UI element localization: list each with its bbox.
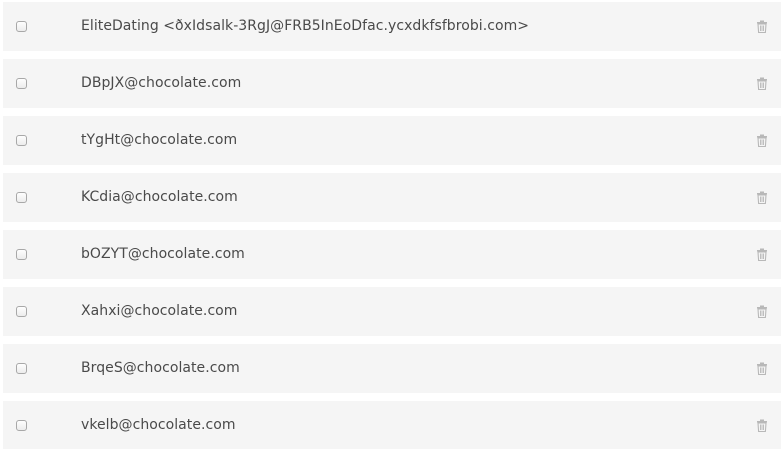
email-address: EliteDating <ðxIdsalk-3RgJ@FRB5InEoDfac.…: [81, 18, 530, 34]
trash-icon[interactable]: [756, 20, 768, 33]
email-address: DBpJX@chocolate.com: [81, 75, 242, 91]
trash-icon[interactable]: [756, 305, 768, 318]
list-item[interactable]: EliteDating <ðxIdsalk-3RgJ@FRB5InEoDfac.…: [3, 2, 781, 51]
trash-icon[interactable]: [756, 248, 768, 261]
select-checkbox[interactable]: [16, 362, 27, 374]
email-address: KCdia@chocolate.com: [81, 189, 238, 205]
select-checkbox[interactable]: [16, 248, 27, 260]
select-checkbox[interactable]: [16, 305, 27, 317]
list-item[interactable]: tYgHt@chocolate.com: [3, 116, 781, 165]
trash-icon[interactable]: [756, 191, 768, 204]
trash-icon[interactable]: [756, 362, 768, 375]
select-checkbox[interactable]: [16, 134, 27, 146]
list-item[interactable]: DBpJX@chocolate.com: [3, 59, 781, 108]
trash-icon[interactable]: [756, 419, 768, 432]
list-item[interactable]: KCdia@chocolate.com: [3, 173, 781, 222]
list-item[interactable]: Xahxi@chocolate.com: [3, 287, 781, 336]
select-checkbox[interactable]: [16, 419, 27, 431]
email-address: bOZYT@chocolate.com: [81, 246, 245, 262]
select-checkbox[interactable]: [16, 20, 27, 32]
select-checkbox[interactable]: [16, 77, 27, 89]
trash-icon[interactable]: [756, 134, 768, 147]
email-address: vkelb@chocolate.com: [81, 417, 236, 433]
list-item[interactable]: bOZYT@chocolate.com: [3, 230, 781, 279]
email-address: BrqeS@chocolate.com: [81, 360, 240, 376]
email-list: EliteDating <ðxIdsalk-3RgJ@FRB5InEoDfac.…: [0, 0, 783, 449]
trash-icon[interactable]: [756, 77, 768, 90]
list-item[interactable]: BrqeS@chocolate.com: [3, 344, 781, 393]
list-item[interactable]: vkelb@chocolate.com: [3, 401, 781, 449]
email-address: Xahxi@chocolate.com: [81, 303, 238, 319]
email-address: tYgHt@chocolate.com: [81, 132, 238, 148]
select-checkbox[interactable]: [16, 191, 27, 203]
